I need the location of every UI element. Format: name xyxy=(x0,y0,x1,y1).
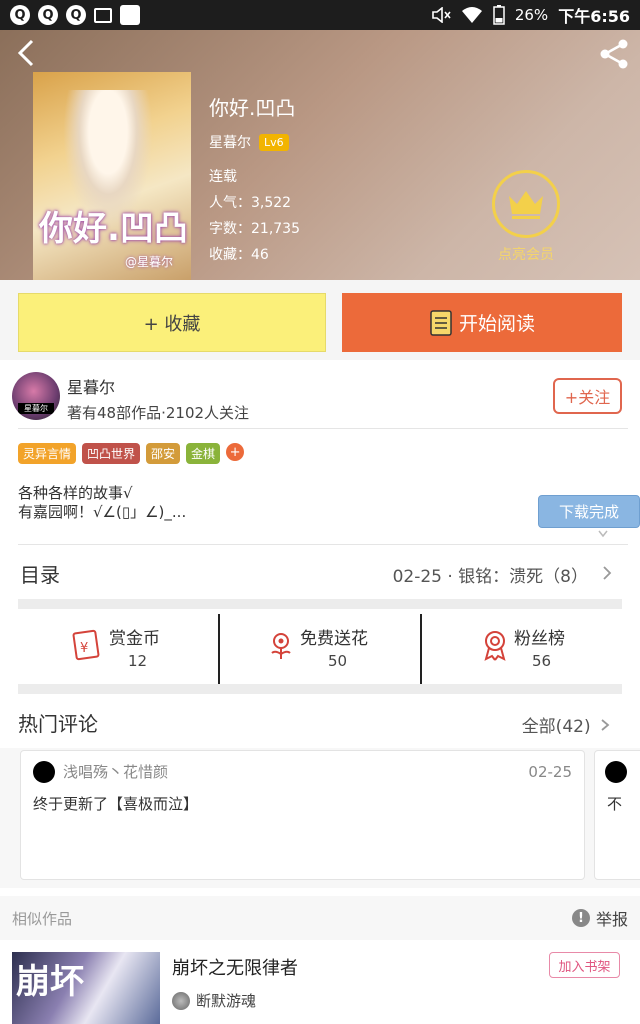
similar-book-item[interactable]: 崩坏 崩坏之无限律者 断默游魂 加入书架 xyxy=(0,940,640,1024)
tag[interactable]: 灵异言情 xyxy=(18,443,77,464)
tag[interactable]: 凹凸世界 xyxy=(82,443,141,464)
follow-button[interactable]: +关注 xyxy=(553,378,622,414)
svg-text:¥: ¥ xyxy=(80,641,88,656)
comment-card[interactable]: 不 xyxy=(594,750,640,880)
back-arrow-icon[interactable] xyxy=(14,38,38,68)
catalog-row[interactable]: 目录 02-25 · 银铭：溃死（8） xyxy=(0,545,640,599)
expand-caret-icon[interactable] xyxy=(598,530,608,538)
reward-value: 56 xyxy=(532,652,552,670)
app-notification-icon xyxy=(120,5,140,25)
wifi-icon xyxy=(461,7,482,23)
divider xyxy=(18,428,628,429)
book-intro[interactable]: 各种各样的故事√ 有嘉园啊！√∠(▯」∠)_... xyxy=(18,484,186,522)
clock: 下午6:56 xyxy=(558,7,630,26)
medal-icon xyxy=(484,631,506,661)
cover-author: @星暮尔 xyxy=(124,255,173,269)
reward-label: 赏金币 xyxy=(109,629,160,649)
book-title: 你好.凹凸 xyxy=(209,96,296,120)
action-bar: + 收藏 开始阅读 xyxy=(0,280,640,360)
cover-title: 你好.凹凸 xyxy=(39,209,188,249)
author-name[interactable]: 星暮尔 xyxy=(67,374,115,398)
money-envelope-icon: ¥ xyxy=(72,629,100,661)
all-comments-link[interactable]: 全部(42) xyxy=(522,712,610,737)
reward-value: 50 xyxy=(328,652,348,670)
report-button[interactable]: ! 举报 xyxy=(571,906,628,930)
latest-chapter: 02-25 · 银铭：溃死（8） xyxy=(392,567,588,587)
qq-notification-icon: Q xyxy=(10,5,30,25)
comment-date: 02-25 xyxy=(528,763,572,781)
add-to-shelf-button[interactable]: 加入书架 xyxy=(549,952,620,978)
image-notification-icon xyxy=(94,7,112,23)
chevron-right-icon xyxy=(603,566,612,580)
qq-notification-icon: Q xyxy=(66,5,86,25)
tag[interactable]: 金棋 xyxy=(186,443,221,464)
battery-level: 26% xyxy=(514,6,549,24)
commenter-avatar[interactable] xyxy=(605,761,627,783)
author-panel: 星暮尔 星暮尔 著有48部作品·2102人关注 +关注 xyxy=(0,368,640,428)
author-avatar[interactable]: 星暮尔 xyxy=(12,372,60,420)
catalog-title: 目录 xyxy=(20,563,60,587)
intro-line: 有嘉园啊！√∠(▯」∠)_... xyxy=(18,503,187,521)
commenter-name[interactable]: 浅唱殇丶花惜颜 xyxy=(63,761,168,782)
send-flower-button[interactable]: 免费送花 50 xyxy=(218,614,420,684)
reward-label: 免费送花 xyxy=(300,629,368,649)
fan-ranking-button[interactable]: 粉丝榜 56 xyxy=(420,614,622,684)
vip-button[interactable]: 点亮会员 xyxy=(490,170,562,264)
comment-text: 不 xyxy=(607,795,623,813)
mute-icon xyxy=(432,7,451,23)
hot-comments-title: 热门评论 xyxy=(18,712,98,736)
reward-label: 粉丝榜 xyxy=(514,629,565,649)
similar-book-cover[interactable]: 崩坏 xyxy=(12,952,160,1024)
comment-text: 终于更新了【喜极而泣】 xyxy=(33,795,199,813)
commenter-avatar[interactable] xyxy=(33,761,55,783)
reward-value: 12 xyxy=(128,652,148,670)
reward-bar: ¥ 赏金币 12 免费送花 50 粉丝榜 56 xyxy=(18,614,622,684)
reward-coin-button[interactable]: ¥ 赏金币 12 xyxy=(18,614,218,684)
qq-notification-icon: Q xyxy=(38,5,58,25)
share-icon[interactable] xyxy=(598,38,630,70)
author-avatar xyxy=(172,991,190,1010)
all-comments-label: 全部(42) xyxy=(521,717,591,737)
tag-list: 灵异言情 凹凸世界 邵安 金棋 + xyxy=(18,443,245,464)
level-badge: Lv6 xyxy=(259,133,289,151)
popularity-stat: 人气：3,522 xyxy=(209,195,292,211)
vip-label: 点亮会员 xyxy=(498,247,554,263)
author-info: 著有48部作品·2102人关注 xyxy=(67,404,250,422)
similar-book-title: 崩坏之无限律者 xyxy=(172,958,298,979)
crown-icon xyxy=(492,170,560,238)
similar-cover-text: 崩坏 xyxy=(16,962,84,1002)
similar-author-name: 断默游魂 xyxy=(196,992,257,1010)
start-reading-label: 开始阅读 xyxy=(458,313,535,335)
download-complete-toast: 下载完成 xyxy=(538,495,640,528)
serial-status: 连载 xyxy=(209,169,237,185)
report-label: 举报 xyxy=(595,910,628,929)
collect-button[interactable]: + 收藏 xyxy=(18,293,326,352)
add-tag-button[interactable]: + xyxy=(226,443,245,461)
book-icon xyxy=(430,309,452,336)
section-separator xyxy=(18,684,622,694)
intro-line: 各种各样的故事√ xyxy=(18,484,133,502)
status-bar: Q Q Q 26% 下午6:56 xyxy=(0,0,640,30)
tag[interactable]: 邵安 xyxy=(146,443,181,464)
similar-works-header: 相似作品 ! 举报 xyxy=(0,896,640,940)
collection-stat: 收藏：46 xyxy=(209,247,269,263)
section-separator xyxy=(18,599,622,609)
similar-book-author: 断默游魂 xyxy=(172,990,256,1011)
flower-icon xyxy=(271,633,291,659)
book-author-name[interactable]: 星暮尔 xyxy=(209,132,251,152)
book-header: 你好.凹凸 @星暮尔 你好.凹凸 星暮尔 Lv6 连载 人气：3,522 字数：… xyxy=(0,30,640,280)
battery-icon xyxy=(493,5,505,25)
warning-icon: ! xyxy=(571,909,590,927)
similar-works-title: 相似作品 xyxy=(12,910,73,928)
book-cover[interactable]: 你好.凹凸 @星暮尔 xyxy=(33,72,191,280)
avatar-caption: 星暮尔 xyxy=(18,403,54,414)
word-count-stat: 字数：21,735 xyxy=(209,221,300,237)
start-reading-button[interactable]: 开始阅读 xyxy=(342,293,622,352)
chevron-right-icon xyxy=(601,719,610,731)
comment-carousel[interactable]: 浅唱殇丶花惜颜 02-25 终于更新了【喜极而泣】 不 xyxy=(0,748,640,888)
comment-card[interactable]: 浅唱殇丶花惜颜 02-25 终于更新了【喜极而泣】 xyxy=(20,750,585,880)
book-author-line: 星暮尔 Lv6 xyxy=(209,132,289,152)
